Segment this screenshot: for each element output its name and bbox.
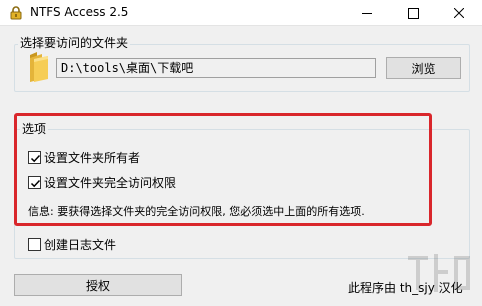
highlight-frame (14, 113, 432, 226)
lock-icon (9, 6, 23, 20)
close-icon (454, 8, 464, 18)
folder-icon (29, 51, 51, 83)
folder-path-field[interactable]: D:\tools\桌面\下载吧 (56, 58, 376, 78)
minimize-button[interactable] (344, 0, 390, 26)
create-log-option[interactable]: 创建日志文件 (28, 236, 116, 253)
create-log-checkbox[interactable] (28, 238, 41, 251)
close-button[interactable] (436, 0, 482, 26)
folder-group-label: 选择要访问的文件夹 (18, 36, 131, 50)
app-window: NTFS Access 2.5 选择要访问的文件夹 D:\tools\桌面\下载… (0, 0, 482, 306)
title-bar[interactable]: NTFS Access 2.5 (0, 0, 482, 26)
watermark-logo (404, 250, 476, 296)
grant-button[interactable]: 授权 (14, 274, 182, 296)
window-title: NTFS Access 2.5 (30, 5, 129, 19)
browse-button[interactable]: 浏览 (386, 57, 461, 79)
create-log-label: 创建日志文件 (44, 238, 117, 252)
maximize-button[interactable] (390, 0, 436, 26)
